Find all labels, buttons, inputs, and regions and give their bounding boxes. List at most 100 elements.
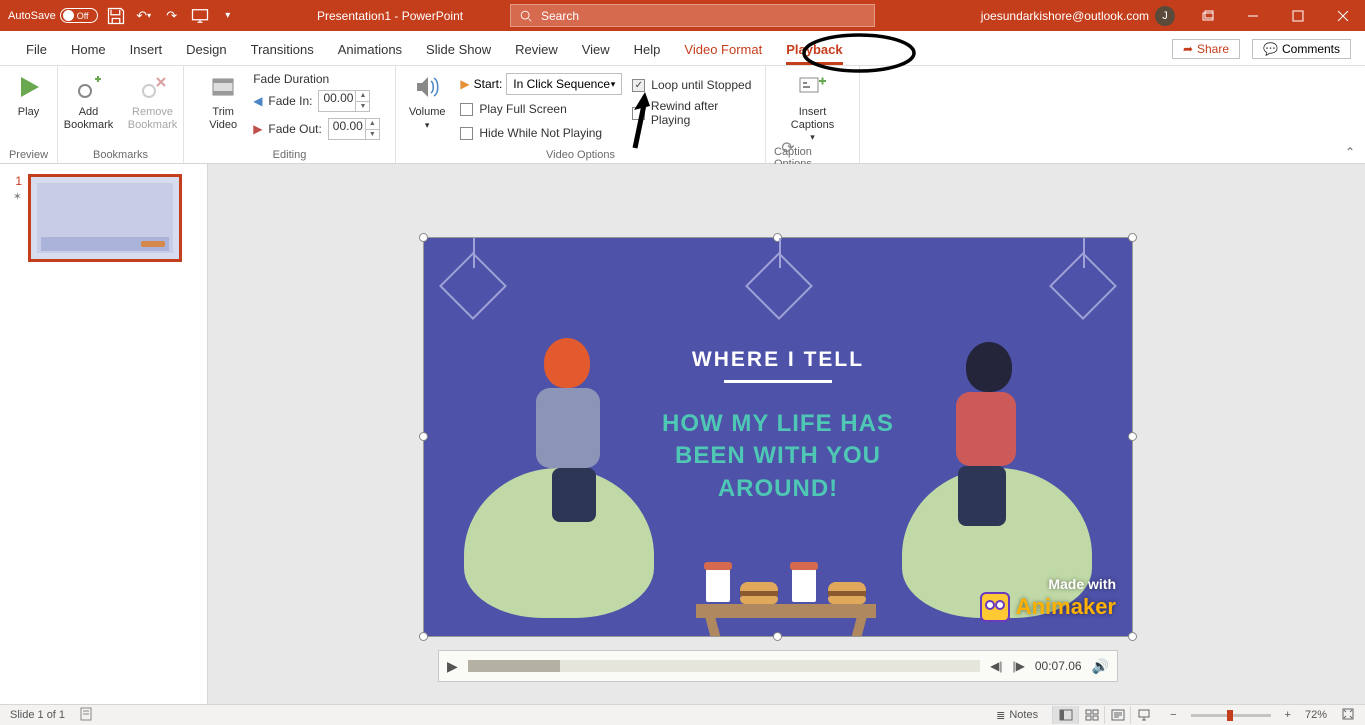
tab-review[interactable]: Review — [503, 42, 570, 65]
step-back-icon[interactable]: ◀| — [990, 659, 1002, 673]
collapse-ribbon-icon[interactable]: ⌃ — [1345, 145, 1355, 159]
spinner-icon[interactable]: ▲▼ — [365, 119, 379, 139]
divider — [724, 380, 832, 383]
tab-help[interactable]: Help — [622, 42, 673, 65]
person-left-legs — [552, 468, 596, 522]
titlebar-right: joesundarkishore@outlook.com J — [981, 0, 1365, 31]
table-icon — [696, 604, 876, 618]
insert-captions-button[interactable]: Insert Captions▾ — [780, 70, 846, 144]
trim-video-icon — [207, 72, 239, 102]
tab-design[interactable]: Design — [174, 42, 238, 65]
rotation-handle-icon[interactable]: ⟳ — [781, 138, 794, 158]
notes-icon: ≣ — [996, 709, 1005, 722]
start-play-icon: ▶ — [460, 77, 469, 91]
status-bar: Slide 1 of 1 ≣Notes − + 72% — [0, 704, 1365, 725]
fade-out-label: Fade Out: — [268, 122, 321, 136]
save-icon[interactable] — [106, 6, 126, 26]
present-from-beginning-icon[interactable] — [190, 6, 210, 26]
trim-video-button[interactable]: Trim Video — [199, 70, 247, 144]
tab-animations[interactable]: Animations — [326, 42, 414, 65]
video-player-bar: ▶ ◀| |▶ 00:07.06 🔊 — [438, 650, 1118, 682]
fade-in-label: Fade In: — [268, 94, 312, 108]
loop-until-stopped-checkbox[interactable]: ✓Loop until Stopped — [632, 74, 757, 96]
zoom-out-icon[interactable]: − — [1170, 709, 1176, 721]
comments-button[interactable]: 💬Comments — [1252, 39, 1351, 59]
play-button[interactable]: Play — [0, 70, 58, 144]
group-bookmarks: Bookmarks — [93, 147, 148, 161]
close-icon[interactable] — [1320, 0, 1365, 31]
video-progress[interactable] — [468, 660, 980, 672]
cup-icon — [792, 568, 816, 602]
zoom-level[interactable]: 72% — [1305, 709, 1327, 721]
undo-icon[interactable]: ↶▾ — [134, 6, 154, 26]
accessibility-icon[interactable] — [79, 707, 93, 724]
slide-thumbnails-panel[interactable]: 1 ✶ — [0, 164, 208, 704]
slideshow-view-icon[interactable] — [1130, 706, 1156, 724]
burger-icon — [740, 582, 778, 604]
share-button[interactable]: ➦Share — [1172, 39, 1240, 59]
volume-icon[interactable]: 🔊 — [1092, 658, 1109, 675]
user-avatar[interactable]: J — [1155, 6, 1175, 26]
slide: ⟳ WHERE I TELL HOW MY LIFE HAS BEEN W — [318, 172, 1258, 702]
fade-in-input[interactable]: 00.00▲▼ — [318, 90, 370, 112]
video-object[interactable]: WHERE I TELL HOW MY LIFE HAS BEEN WITH Y… — [423, 237, 1133, 637]
fade-duration-label: Fade Duration — [253, 72, 380, 86]
slide-thumbnail[interactable] — [28, 174, 182, 262]
chevron-down-icon: ▾ — [425, 120, 430, 130]
hide-not-playing-checkbox[interactable]: Hide While Not Playing — [460, 122, 622, 144]
zoom-slider[interactable] — [1191, 714, 1271, 717]
volume-icon — [411, 72, 443, 102]
ribbon-display-options-icon[interactable] — [1185, 0, 1230, 31]
minimize-icon[interactable] — [1230, 0, 1275, 31]
burger-icon — [828, 582, 866, 604]
tab-video-format[interactable]: Video Format — [672, 42, 774, 65]
fit-to-window-icon[interactable] — [1341, 707, 1355, 724]
toggle-off-icon[interactable]: Off — [60, 8, 98, 23]
add-bookmark-icon — [73, 72, 105, 102]
user-email[interactable]: joesundarkishore@outlook.com — [981, 9, 1149, 23]
tab-transitions[interactable]: Transitions — [239, 42, 326, 65]
qat-customize-icon[interactable]: ▾ — [218, 6, 238, 26]
tab-slideshow[interactable]: Slide Show — [414, 42, 503, 65]
reading-view-icon[interactable] — [1104, 706, 1130, 724]
search-input[interactable] — [541, 9, 866, 23]
group-video-options: Video Options — [546, 147, 615, 161]
autosave-toggle[interactable]: AutoSave Off — [8, 8, 98, 23]
animation-indicator-icon: ✶ — [10, 190, 22, 203]
volume-button[interactable]: Volume ▾ — [404, 70, 450, 144]
cup-icon — [706, 568, 730, 602]
normal-view-icon[interactable] — [1052, 706, 1078, 724]
fade-out-icon: ▶ — [253, 122, 262, 136]
zoom-in-icon[interactable]: + — [1285, 709, 1291, 721]
play-full-screen-checkbox[interactable]: Play Full Screen — [460, 98, 622, 120]
add-bookmark-button[interactable]: Add Bookmark — [60, 70, 118, 144]
slide-number: 1 — [10, 174, 22, 188]
tab-home[interactable]: Home — [59, 42, 118, 65]
video-title: WHERE I TELL — [424, 348, 1132, 372]
remove-bookmark-icon — [137, 72, 169, 102]
redo-icon[interactable]: ↷ — [162, 6, 182, 26]
workspace: 1 ✶ ⟳ — [0, 164, 1365, 704]
fade-in-icon: ◀ — [253, 94, 262, 108]
tab-view[interactable]: View — [570, 42, 622, 65]
captions-icon — [797, 72, 829, 102]
tab-insert[interactable]: Insert — [118, 42, 175, 65]
step-fwd-icon[interactable]: |▶ — [1012, 659, 1024, 673]
tab-file[interactable]: File — [14, 42, 59, 65]
person-left-head — [544, 338, 590, 388]
rewind-after-playing-checkbox[interactable]: Rewind after Playing — [632, 102, 757, 124]
slide-canvas[interactable]: ⟳ WHERE I TELL HOW MY LIFE HAS BEEN W — [208, 164, 1365, 704]
fade-out-input[interactable]: 00.00▲▼ — [328, 118, 380, 140]
thumbnail-row[interactable]: 1 ✶ — [10, 174, 197, 262]
slide-sorter-icon[interactable] — [1078, 706, 1104, 724]
video-subtitle: HOW MY LIFE HAS BEEN WITH YOU AROUND! — [634, 408, 922, 505]
person-right-body — [956, 392, 1016, 466]
play-icon[interactable]: ▶ — [447, 658, 458, 675]
ribbon-tabs: File Home Insert Design Transitions Anim… — [0, 31, 1365, 66]
maximize-icon[interactable] — [1275, 0, 1320, 31]
start-dropdown[interactable]: In Click Sequence▾ — [506, 73, 622, 95]
notes-button[interactable]: ≣Notes — [996, 709, 1038, 722]
spinner-icon[interactable]: ▲▼ — [355, 91, 369, 111]
search-box[interactable] — [510, 4, 875, 27]
view-buttons — [1052, 706, 1156, 724]
